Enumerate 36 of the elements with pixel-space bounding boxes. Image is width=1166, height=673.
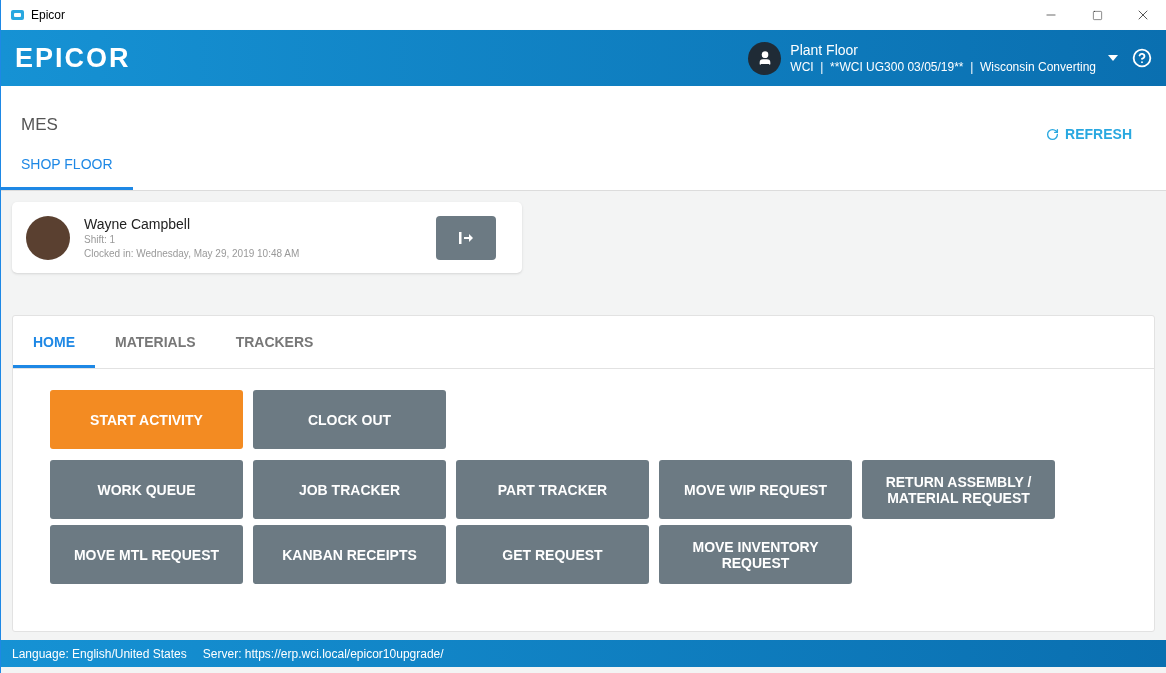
action-button[interactable]: GET REQUEST: [456, 525, 649, 584]
page-tab[interactable]: SHOP FLOOR: [1, 154, 133, 190]
page-title: MES: [21, 116, 58, 133]
caret-icon: [1108, 55, 1118, 61]
user-avatar-icon: [748, 41, 782, 75]
action-button[interactable]: WORK QUEUE: [50, 460, 243, 519]
clocked-in-text: Clocked in: Wednesday, May 29, 2019 10:48 AM: [84, 246, 300, 261]
refresh-button[interactable]: REFRESH: [1046, 124, 1132, 145]
employee-name: Wayne Campbell: [84, 214, 192, 233]
tab[interactable]: MATERIALS: [95, 316, 216, 368]
server-text: Server: https://erp.wci.local/epicor10upgrade/: [202, 645, 444, 663]
action-button[interactable]: PART TRACKER: [456, 460, 649, 519]
logout-button[interactable]: [436, 215, 496, 260]
user-title: Plant Floor: [790, 41, 859, 59]
action-button[interactable]: RETURN ASSEMBLY / MATERIAL REQUEST: [862, 460, 1055, 519]
action-button[interactable]: KANBAN RECEIPTS: [253, 525, 446, 584]
action-button[interactable]: MOVE WIP REQUEST: [659, 460, 852, 519]
action-button[interactable]: CLOCK OUT: [253, 390, 446, 449]
exit-icon: [458, 230, 474, 245]
maximize-icon: [1091, 9, 1103, 21]
tab[interactable]: HOME: [13, 316, 95, 368]
avatar-photo-placeholder: [26, 215, 70, 260]
action-button[interactable]: START ACTIVITY: [50, 390, 243, 449]
app-icon: [11, 10, 24, 20]
tab[interactable]: TRACKERS: [215, 316, 334, 368]
action-button[interactable]: MOVE MTL REQUEST: [50, 525, 243, 584]
user-details: WCI | **WCI UG300 03/05/19** | Wisconsin Converting: [790, 59, 1096, 75]
language-text: Language: English/United States: [12, 645, 187, 663]
window-title: Epicor: [31, 7, 65, 24]
epicor-logo: EPICOR: [15, 41, 131, 75]
refresh-icon: [1046, 128, 1060, 141]
help-icon[interactable]: [1132, 48, 1152, 68]
shift-text: Shift: 1: [84, 232, 117, 247]
action-button[interactable]: JOB TRACKER: [253, 460, 446, 519]
dropdown-button[interactable]: [1108, 55, 1118, 61]
action-button[interactable]: MOVE INVENTORY REQUEST: [659, 525, 852, 584]
